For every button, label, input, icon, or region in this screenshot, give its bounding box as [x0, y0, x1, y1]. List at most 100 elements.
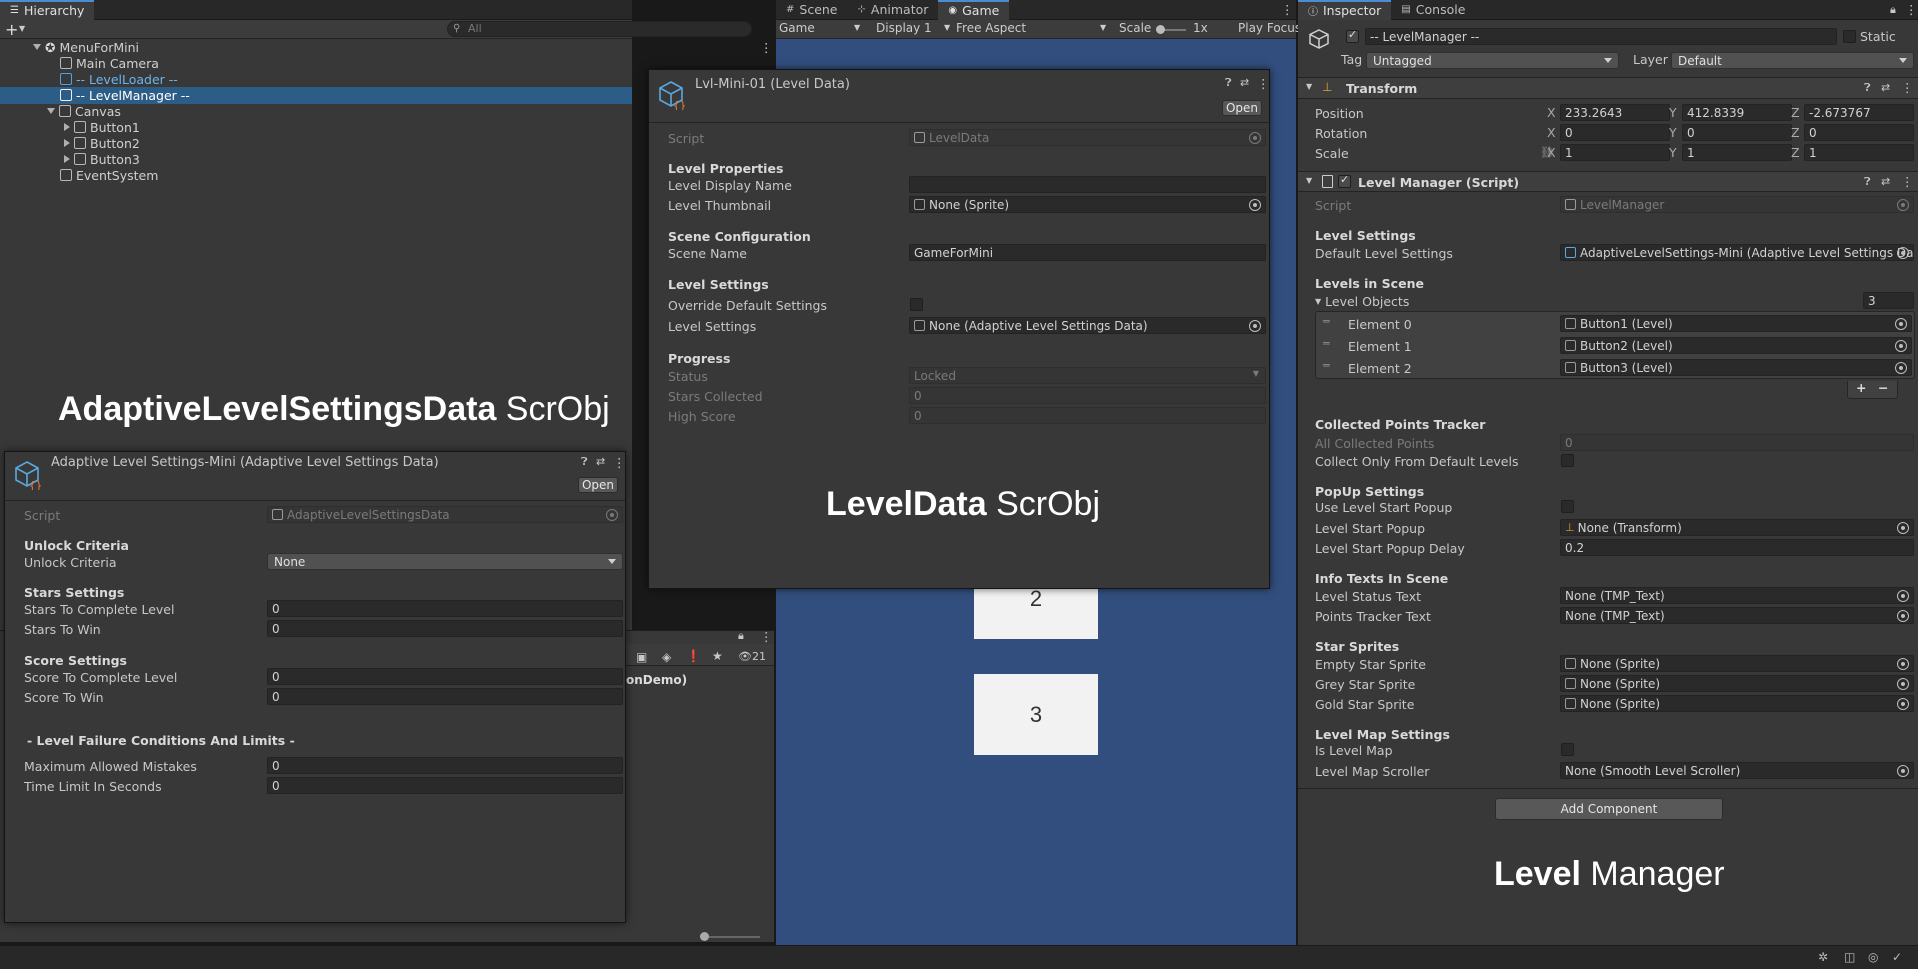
- lock-icon[interactable]: 🔒︎: [738, 629, 744, 643]
- more-icon[interactable]: ⋮: [613, 455, 626, 470]
- pos-z-input[interactable]: -2.673767: [1804, 104, 1914, 121]
- debug-icon[interactable]: ✲: [1818, 950, 1828, 964]
- help-icon[interactable]: ❓︎: [1864, 175, 1871, 189]
- levelmanager-header[interactable]: ▼ ✓ Level Manager (Script) ❓︎ ⇄ ⋮: [1298, 171, 1918, 192]
- expand-icon[interactable]: [47, 108, 55, 114]
- object-picker-icon[interactable]: [1897, 522, 1909, 534]
- axis-label-pos[interactable]: Z: [1791, 105, 1800, 120]
- scene-root[interactable]: ✪ MenuForMini: [33, 39, 139, 55]
- tab-console[interactable]: ▤ Console: [1391, 0, 1475, 20]
- stars-to-win-input[interactable]: 0: [267, 620, 623, 637]
- hierarchy-item-eventsystem[interactable]: EventSystem: [60, 167, 158, 183]
- collect-only-default-checkbox[interactable]: [1561, 454, 1574, 467]
- static-checkbox[interactable]: [1843, 30, 1856, 43]
- level-settings-field[interactable]: None (Adaptive Level Settings Data): [909, 317, 1266, 334]
- filter-icon[interactable]: ▣: [636, 650, 647, 664]
- max-mistakes-input[interactable]: 0: [267, 757, 623, 774]
- tab-scene[interactable]: # Scene: [776, 0, 848, 20]
- object-picker-icon[interactable]: [1897, 247, 1909, 259]
- list-element-field[interactable]: Button2 (Level): [1560, 337, 1912, 354]
- display-dropdown[interactable]: Display 1 ▼: [876, 21, 956, 35]
- object-picker-icon[interactable]: [1897, 678, 1909, 690]
- object-picker-icon[interactable]: [1897, 765, 1909, 777]
- preset-icon[interactable]: ⇄: [1240, 76, 1249, 89]
- status-text-field[interactable]: None (TMP_Text): [1560, 587, 1914, 604]
- level-objects-size-input[interactable]: 3: [1863, 292, 1914, 309]
- component-enabled-checkbox[interactable]: ✓: [1338, 173, 1351, 188]
- hierarchy-search-input[interactable]: ⚲ All: [447, 21, 752, 37]
- foldout-icon[interactable]: ▼: [1306, 176, 1312, 185]
- aspect-dropdown[interactable]: Free Aspect ▼: [956, 21, 1106, 35]
- more-icon[interactable]: ⋮: [1905, 2, 1918, 17]
- axis-label-rot[interactable]: Z: [1791, 125, 1800, 140]
- override-default-settings-checkbox[interactable]: [910, 298, 923, 311]
- expand-icon[interactable]: [33, 44, 41, 50]
- play-focus-dropdown[interactable]: Play Focus: [1238, 21, 1301, 35]
- rot-x-input[interactable]: 0: [1560, 124, 1670, 141]
- drag-handle-icon[interactable]: ═: [1323, 359, 1330, 372]
- tab-game[interactable]: ◉ Game: [938, 0, 1010, 20]
- level-start-popup-field[interactable]: ⊥ None (Transform): [1560, 519, 1914, 536]
- scl-y-input[interactable]: 1: [1682, 144, 1792, 161]
- help-icon[interactable]: ❓︎: [581, 455, 588, 469]
- collapsed-icon[interactable]: [64, 123, 70, 131]
- axis-label-pos[interactable]: Y: [1669, 105, 1677, 120]
- tab-animator[interactable]: ⊹ Animator: [848, 0, 939, 20]
- time-limit-input[interactable]: 0: [267, 777, 623, 794]
- tab-hierarchy[interactable]: ☰ Hierarchy: [0, 0, 95, 20]
- is-level-map-checkbox[interactable]: [1561, 743, 1574, 756]
- cache-icon[interactable]: ◫: [1844, 950, 1855, 964]
- object-picker-icon[interactable]: [1895, 362, 1907, 374]
- scl-z-input[interactable]: 1: [1804, 144, 1914, 161]
- gold-star-field[interactable]: None (Sprite): [1560, 695, 1914, 712]
- pos-y-input[interactable]: 412.8339: [1682, 104, 1792, 121]
- object-picker-icon[interactable]: [1897, 610, 1909, 622]
- pos-x-input[interactable]: 233.2643: [1560, 104, 1670, 121]
- dropdown-caret-icon[interactable]: ▼: [19, 24, 25, 33]
- object-picker-icon[interactable]: [1897, 698, 1909, 710]
- warning-icon[interactable]: ❗: [686, 649, 701, 663]
- tag-dropdown[interactable]: Untagged: [1366, 52, 1619, 69]
- grey-star-field[interactable]: None (Sprite): [1560, 675, 1914, 692]
- axis-label-scl[interactable]: Z: [1791, 145, 1800, 160]
- hierarchy-item-canvas[interactable]: Canvas: [47, 103, 121, 119]
- object-name-input[interactable]: -- LevelManager --: [1365, 28, 1837, 45]
- more-icon[interactable]: ⋮: [760, 629, 773, 644]
- use-popup-checkbox[interactable]: [1561, 500, 1574, 513]
- zoom-slider[interactable]: [700, 932, 760, 941]
- hierarchy-item-button2[interactable]: Button2: [64, 135, 140, 151]
- stars-to-complete-input[interactable]: 0: [267, 600, 623, 617]
- more-icon[interactable]: ⋮: [1901, 80, 1914, 95]
- tab-inspector[interactable]: ⓘ Inspector: [1298, 0, 1392, 20]
- level-objects-foldout[interactable]: ▼ Level Objects: [1315, 292, 1409, 310]
- map-scroller-field[interactable]: None (Smooth Level Scroller): [1560, 762, 1914, 779]
- more-icon[interactable]: ⋮: [1281, 2, 1294, 17]
- preset-icon[interactable]: ⇄: [1881, 175, 1890, 188]
- object-picker-icon[interactable]: [1897, 590, 1909, 602]
- axis-label-pos[interactable]: X: [1547, 105, 1556, 120]
- game-mode-dropdown[interactable]: Game ▼: [779, 21, 864, 35]
- points-text-field[interactable]: None (TMP_Text): [1560, 607, 1914, 624]
- object-picker-icon[interactable]: [1895, 318, 1907, 330]
- popup-delay-input[interactable]: 0.2: [1560, 539, 1914, 556]
- transform-header[interactable]: ▼ ⊥ Transform ❓︎ ⇄ ⋮: [1298, 78, 1918, 99]
- level-display-name-input[interactable]: [909, 176, 1266, 193]
- score-to-win-input[interactable]: 0: [267, 688, 623, 705]
- list-element-field[interactable]: Button1 (Level): [1560, 315, 1912, 332]
- lighting-icon[interactable]: ◎: [1868, 950, 1878, 964]
- add-icon[interactable]: +: [5, 20, 18, 39]
- help-icon[interactable]: ❓︎: [1864, 81, 1871, 95]
- collapsed-icon[interactable]: [64, 155, 70, 163]
- scl-x-input[interactable]: 1: [1560, 144, 1670, 161]
- empty-star-field[interactable]: None (Sprite): [1560, 655, 1914, 672]
- preset-icon[interactable]: ⇄: [1881, 81, 1890, 94]
- object-picker-icon[interactable]: [1895, 340, 1907, 352]
- more-icon[interactable]: ⋮: [1901, 174, 1914, 189]
- foldout-icon[interactable]: ▼: [1306, 82, 1312, 91]
- project-item[interactable]: onDemo): [626, 673, 687, 687]
- layer-dropdown[interactable]: Default: [1671, 52, 1914, 69]
- axis-label-rot[interactable]: X: [1547, 125, 1556, 140]
- visibility-icon[interactable]: 👁︎21: [738, 650, 766, 663]
- hierarchy-item-main-camera[interactable]: Main Camera: [60, 55, 159, 71]
- more-icon[interactable]: ⋮: [1257, 76, 1270, 91]
